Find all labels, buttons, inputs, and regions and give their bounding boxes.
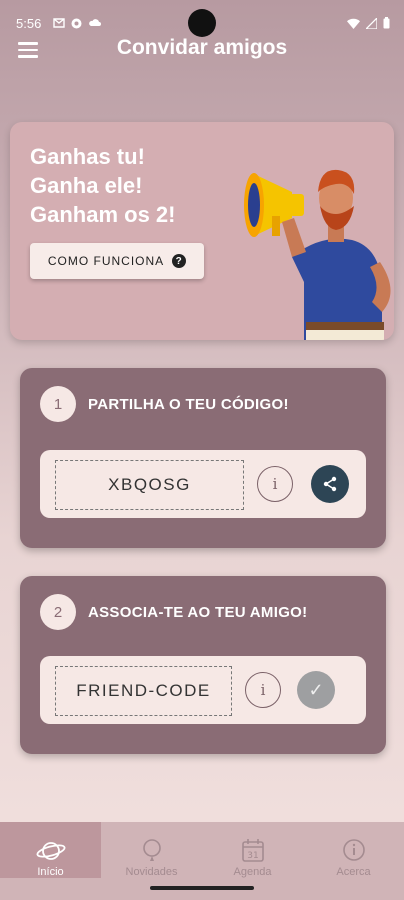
info-button[interactable]: i <box>245 672 281 708</box>
planet-icon <box>36 842 65 860</box>
bell-icon <box>142 839 161 861</box>
top-app-bar: Convidar amigos <box>0 30 404 76</box>
promo-text: Ganhas tu! Ganha ele! Ganham os 2! <box>30 142 175 229</box>
nav-item-inicio[interactable]: Início <box>0 822 101 878</box>
notification-icons <box>53 18 101 29</box>
nav-label: Acerca <box>336 866 371 878</box>
share-button[interactable] <box>311 465 349 503</box>
promo-line-1: Ganhas tu! <box>30 144 145 169</box>
promo-banner: Ganhas tu! Ganha ele! Ganham os 2! COMO … <box>10 122 394 340</box>
system-icons <box>347 17 390 29</box>
share-code-card: 1 PARTILHA O TEU CÓDIGO! XBQOSG i <box>20 368 386 548</box>
nav-label: Agenda <box>233 866 272 878</box>
info-icon <box>342 839 365 861</box>
nav-item-novidades[interactable]: Novidades <box>101 822 202 878</box>
associate-friend-card: 2 ASSOCIA-TE AO TEU AMIGO! FRIEND-CODE i… <box>20 576 386 754</box>
gmail-icon <box>53 18 65 28</box>
nav-label: Novidades <box>125 866 178 878</box>
step-title: PARTILHA O TEU CÓDIGO! <box>88 396 289 413</box>
friend-code-input[interactable]: FRIEND-CODE <box>55 666 232 716</box>
code-row: XBQOSG i <box>40 450 366 518</box>
referral-code-field[interactable]: XBQOSG <box>55 460 244 510</box>
check-icon: ✓ <box>308 679 324 700</box>
megaphone-man-illustration <box>244 169 391 340</box>
step-title: ASSOCIA-TE AO TEU AMIGO! <box>88 604 308 621</box>
nav-label: Início <box>37 866 64 878</box>
calendar-day: 31 <box>247 851 258 861</box>
step-number-badge: 2 <box>40 594 76 630</box>
nav-item-agenda[interactable]: 31 Agenda <box>202 822 303 878</box>
info-button[interactable]: i <box>257 466 293 502</box>
promo-line-3: Ganham os 2! <box>30 202 176 227</box>
battery-icon <box>383 17 390 29</box>
code-row: FRIEND-CODE i ✓ <box>40 656 366 724</box>
question-icon: ? <box>172 254 187 268</box>
nav-item-acerca[interactable]: Acerca <box>303 822 404 878</box>
promo-line-2: Ganha ele! <box>30 173 143 198</box>
how-it-works-button[interactable]: COMO FUNCIONA ? <box>30 243 204 279</box>
gesture-home-bar[interactable] <box>150 886 254 890</box>
page-title: Convidar amigos <box>116 36 288 59</box>
circle-icon <box>71 18 82 29</box>
how-it-works-label: COMO FUNCIONA <box>47 254 165 268</box>
signal-icon <box>366 17 377 29</box>
share-icon <box>323 476 337 492</box>
status-time: 5:56 <box>16 16 42 31</box>
step-number-badge: 1 <box>40 386 76 422</box>
cloud-icon <box>89 19 101 26</box>
confirm-button[interactable]: ✓ <box>297 671 335 709</box>
calendar-icon: 31 <box>241 839 264 862</box>
wifi-icon <box>347 18 360 29</box>
